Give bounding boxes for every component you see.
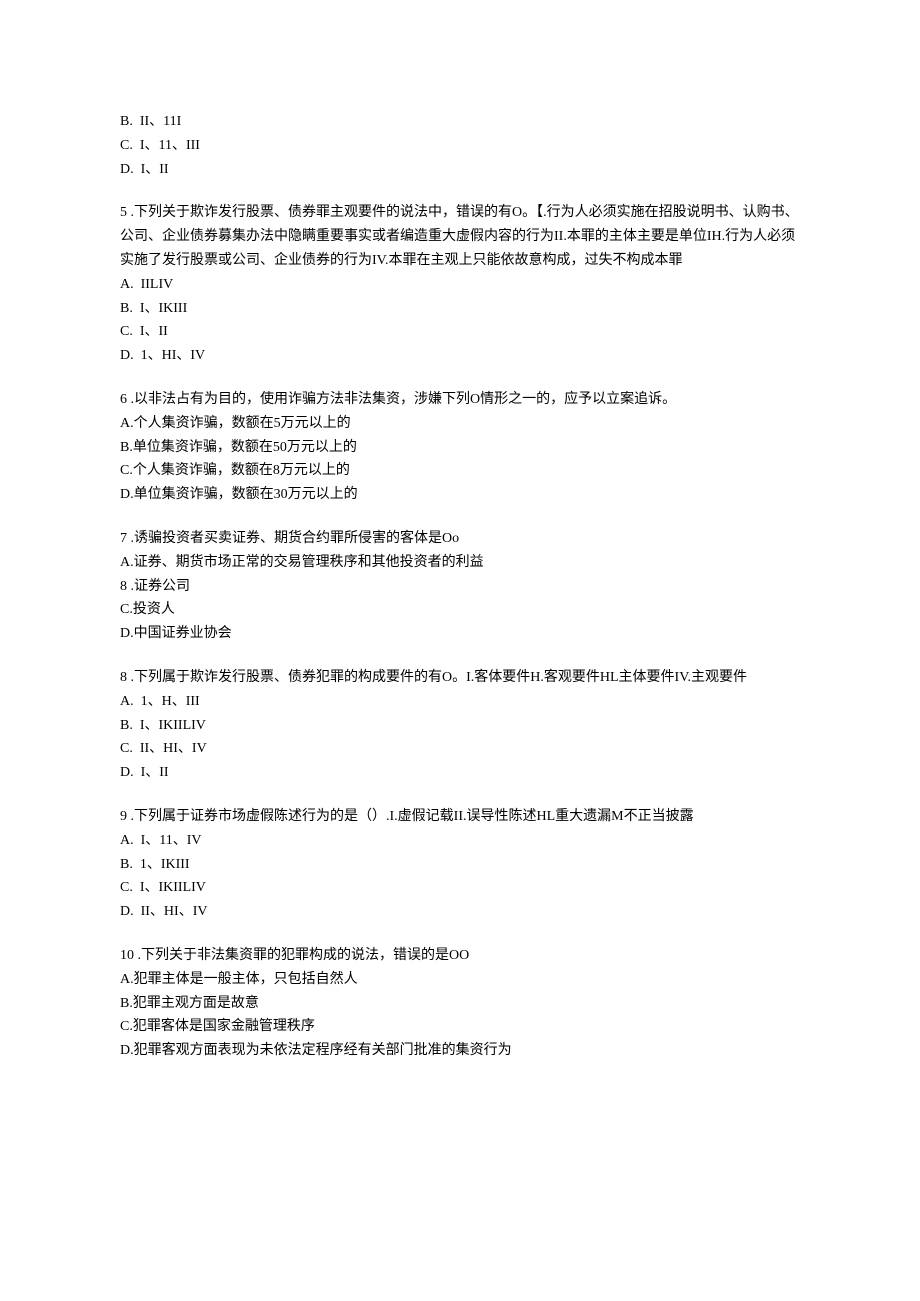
question-stem: 10 .下列关于非法集资罪的犯罪构成的说法，错误的是OO bbox=[120, 944, 800, 968]
option-d: D.犯罪客观方面表现为未依法定程序经有关部门批准的集资行为 bbox=[120, 1039, 800, 1063]
question-stem: 6 .以非法占有为目的，使用诈骗方法非法集资，涉嫌下列O情形之一的，应予以立案追… bbox=[120, 388, 800, 412]
option-d: D.中国证券业协会 bbox=[120, 622, 800, 646]
option-b: B. II、11I bbox=[120, 110, 800, 134]
option-d: D. I、II bbox=[120, 158, 800, 182]
option-b: B. 1、IKIII bbox=[120, 853, 800, 877]
option-c: C.个人集资诈骗，数额在8万元以上的 bbox=[120, 459, 800, 483]
question-7: 7 .诱骗投资者买卖证券、期货合约罪所侵害的客体是Oo A.证券、期货市场正常的… bbox=[120, 527, 800, 646]
option-8: 8 .证券公司 bbox=[120, 575, 800, 599]
option-a: A. 1、H、III bbox=[120, 690, 800, 714]
option-b: B.单位集资诈骗，数额在50万元以上的 bbox=[120, 436, 800, 460]
option-d: D.单位集资诈骗，数额在30万元以上的 bbox=[120, 483, 800, 507]
option-c: C.投资人 bbox=[120, 598, 800, 622]
option-d: D. II、HI、IV bbox=[120, 900, 800, 924]
question-8: 8 .下列属于欺诈发行股票、债券犯罪的构成要件的有O。I.客体要件H.客观要件H… bbox=[120, 666, 800, 785]
option-b: B.犯罪主观方面是故意 bbox=[120, 992, 800, 1016]
question-stem: 8 .下列属于欺诈发行股票、债券犯罪的构成要件的有O。I.客体要件H.客观要件H… bbox=[120, 666, 800, 690]
option-d: D. I、II bbox=[120, 761, 800, 785]
option-c: C. II、HI、IV bbox=[120, 737, 800, 761]
question-10: 10 .下列关于非法集资罪的犯罪构成的说法，错误的是OO A.犯罪主体是一般主体… bbox=[120, 944, 800, 1063]
question-stem: 7 .诱骗投资者买卖证券、期货合约罪所侵害的客体是Oo bbox=[120, 527, 800, 551]
option-a: A. IILIV bbox=[120, 273, 800, 297]
option-a: A.个人集资诈骗，数额在5万元以上的 bbox=[120, 412, 800, 436]
option-d: D. 1、HI、IV bbox=[120, 344, 800, 368]
question-9: 9 .下列属于证券市场虚假陈述行为的是（）.I.虚假记载II.误导性陈述HL重大… bbox=[120, 805, 800, 924]
option-a: A. I、11、IV bbox=[120, 829, 800, 853]
option-b: B. I、IKIILIV bbox=[120, 714, 800, 738]
option-c: C. I、II bbox=[120, 320, 800, 344]
question-6: 6 .以非法占有为目的，使用诈骗方法非法集资，涉嫌下列O情形之一的，应予以立案追… bbox=[120, 388, 800, 507]
option-c: C. I、11、III bbox=[120, 134, 800, 158]
question-4-tail: B. II、11I C. I、11、III D. I、II bbox=[120, 110, 800, 181]
option-a: A.证券、期货市场正常的交易管理秩序和其他投资者的利益 bbox=[120, 551, 800, 575]
question-stem: 5 .下列关于欺诈发行股票、债券罪主观要件的说法中，错误的有O。【.行为人必须实… bbox=[120, 201, 800, 272]
document-page: B. II、11I C. I、11、III D. I、II 5 .下列关于欺诈发… bbox=[0, 0, 920, 1301]
option-c: C.犯罪客体是国家金融管理秩序 bbox=[120, 1015, 800, 1039]
option-a: A.犯罪主体是一般主体，只包括自然人 bbox=[120, 968, 800, 992]
option-c: C. I、IKIILIV bbox=[120, 876, 800, 900]
question-stem: 9 .下列属于证券市场虚假陈述行为的是（）.I.虚假记载II.误导性陈述HL重大… bbox=[120, 805, 800, 829]
question-5: 5 .下列关于欺诈发行股票、债券罪主观要件的说法中，错误的有O。【.行为人必须实… bbox=[120, 201, 800, 368]
option-b: B. I、IKIII bbox=[120, 297, 800, 321]
